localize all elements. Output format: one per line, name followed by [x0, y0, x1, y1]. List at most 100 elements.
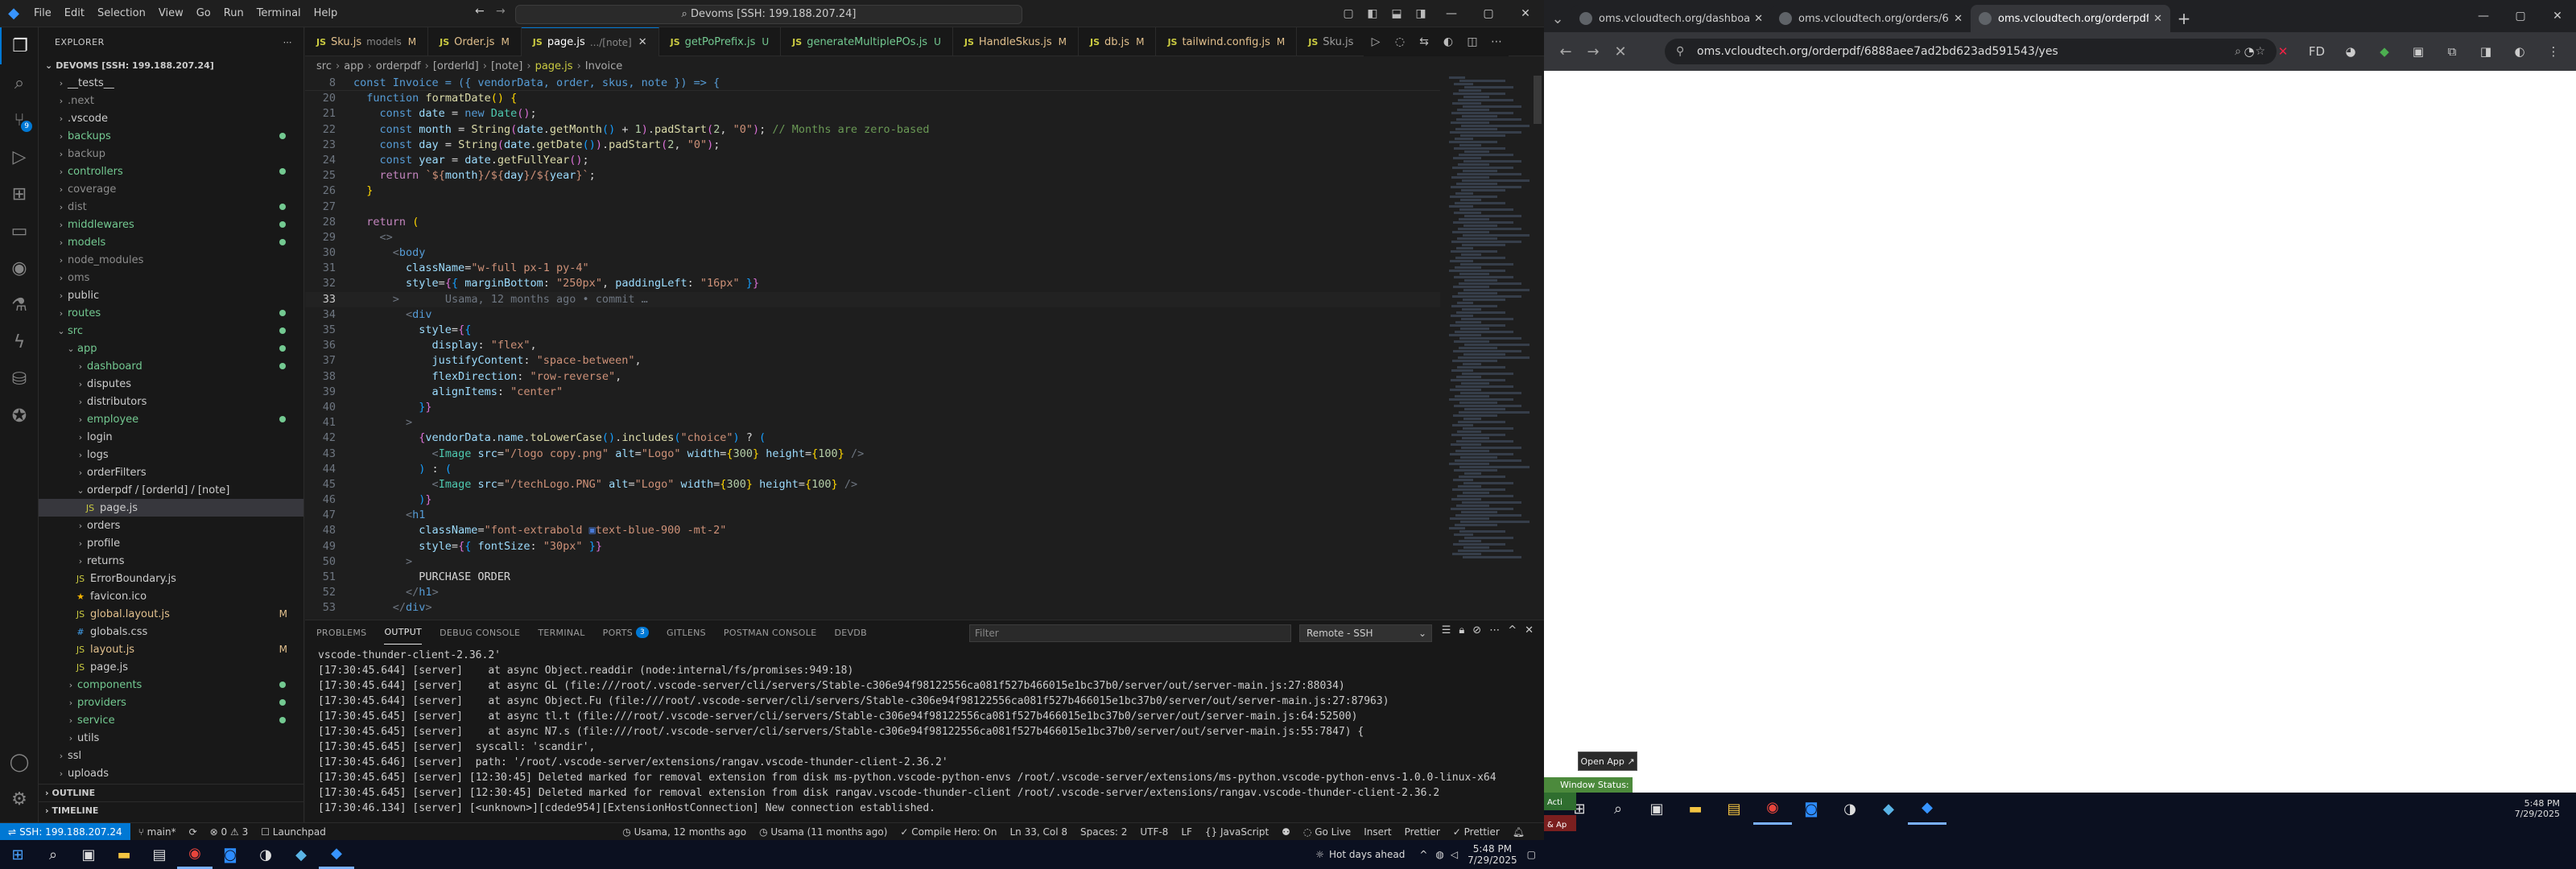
command-center[interactable]: ⌕ Devoms [SSH: 199.188.207.24]: [515, 5, 1022, 24]
code-line[interactable]: 52 </h1>: [305, 585, 1440, 600]
prettier-indicator[interactable]: Prettier: [1405, 826, 1440, 838]
timeline-section[interactable]: › TIMELINE: [39, 801, 304, 819]
tree-item[interactable]: › orderFilters: [39, 463, 303, 481]
toggle-panel-icon[interactable]: ⬓: [1387, 4, 1406, 23]
panel-tab-terminal[interactable]: TERMINAL: [538, 620, 584, 645]
breadcrumb-item[interactable]: page.js: [535, 60, 573, 72]
branch-indicator[interactable]: ⑂ main*: [138, 826, 176, 838]
panel-tab-gitlens[interactable]: GITLENS: [667, 620, 706, 645]
tree-item[interactable]: › backups: [39, 127, 303, 145]
open-app-button[interactable]: Open App ↗: [1578, 752, 1637, 771]
site-info-icon[interactable]: ⚲: [1676, 39, 1684, 64]
copilot-icon[interactable]: ⚉: [1282, 826, 1290, 838]
task-view-icon[interactable]: ▣: [1637, 793, 1676, 825]
panel-tab-debug-console[interactable]: DEBUG CONSOLE: [440, 620, 520, 645]
go-live-icon[interactable]: ◌: [1390, 32, 1410, 51]
code-line[interactable]: 26 }: [305, 183, 1440, 199]
menu-edit[interactable]: Edit: [58, 0, 91, 27]
thunder-client-icon[interactable]: ϟ: [0, 323, 39, 360]
tree-item[interactable]: › profile: [39, 534, 303, 552]
encoding[interactable]: UTF-8: [1140, 826, 1168, 838]
clear-output-icon[interactable]: ⊘: [1472, 624, 1481, 636]
tree-item[interactable]: › returns: [39, 552, 303, 570]
profile-avatar-icon[interactable]: ◐: [2507, 39, 2533, 64]
extension-icon[interactable]: ▣: [2405, 39, 2431, 64]
tree-item[interactable]: › logs: [39, 446, 303, 463]
output-log[interactable]: vscode-thunder-client-2.36.2' [17:30:45.6…: [318, 648, 1534, 822]
code-line[interactable]: 32 style={{ marginBottom: "250px", paddi…: [305, 276, 1440, 291]
editor-tab[interactable]: JS HandleSkus.js M: [953, 27, 1080, 56]
prettier2-indicator[interactable]: ✓ Prettier: [1453, 826, 1500, 838]
editor-tab[interactable]: JS page.js .../[note] ✕: [521, 27, 659, 56]
panel-tab-postman-console[interactable]: POSTMAN CONSOLE: [724, 620, 817, 645]
code-line[interactable]: 36 display: "flex",: [305, 338, 1440, 353]
breadcrumb-item[interactable]: Invoice: [585, 60, 622, 72]
tree-item[interactable]: › .next: [39, 92, 303, 109]
remote-desktop-icon[interactable]: ◆: [1869, 793, 1908, 825]
code-line[interactable]: 23 const day = String(date.getDate()).pa…: [305, 138, 1440, 153]
breadcrumb-item[interactable]: app: [344, 60, 363, 72]
code-line[interactable]: 27: [305, 200, 1440, 215]
file-explorer-icon[interactable]: ▬: [106, 840, 142, 869]
notification-center-icon[interactable]: ▢: [1527, 849, 1536, 860]
panel-tab-devdb[interactable]: DEVDB: [834, 620, 866, 645]
cursor-position[interactable]: Ln 33, Col 8: [1010, 826, 1068, 838]
app-icon[interactable]: ◑: [1831, 793, 1869, 825]
code-line[interactable]: 49 style={{ fontSize: "30px" }}: [305, 539, 1440, 554]
code-editor[interactable]: 8 const Invoice = ({ vendorData, order, …: [305, 76, 1440, 620]
task-view-icon[interactable]: ▣: [71, 840, 106, 869]
list-icon[interactable]: ☰: [1442, 624, 1451, 636]
windows-start-icon[interactable]: ⊞: [0, 840, 35, 869]
code-line[interactable]: 37 justifyContent: "space-between",: [305, 353, 1440, 369]
extensions-icon[interactable]: ⊞: [0, 175, 39, 212]
panel-tab-problems[interactable]: PROBLEMS: [316, 620, 366, 645]
code-line[interactable]: 42 {vendorData.name.toLowerCase().includ…: [305, 430, 1440, 446]
zoom-icon[interactable]: ◙: [1792, 793, 1831, 825]
sync-icon[interactable]: ⟳: [189, 826, 197, 838]
settings-gear-icon[interactable]: ⚙: [0, 780, 39, 818]
extension-icon[interactable]: ◔: [2236, 39, 2262, 64]
search-icon[interactable]: ⌕: [0, 64, 39, 101]
gitlens-icon[interactable]: ◉: [0, 249, 39, 286]
zoom-icon[interactable]: ◙: [213, 840, 248, 869]
code-line[interactable]: 41 >: [305, 415, 1440, 430]
panel-tab-ports[interactable]: PORTS 3: [603, 620, 650, 645]
editor-tab[interactable]: JS generateMultiplePOs.js U: [781, 27, 953, 56]
menu-help[interactable]: Help: [308, 0, 345, 27]
workspace-root[interactable]: ⌄ DEVOMS [SSH: 199.188.207.24]: [39, 56, 303, 74]
maximize-icon[interactable]: ▢: [1470, 0, 1507, 27]
code-line[interactable]: 43 <Image src="/logo copy.png" alt="Logo…: [305, 447, 1440, 462]
indentation[interactable]: Spaces: 2: [1080, 826, 1127, 838]
language-mode[interactable]: {} JavaScript: [1205, 826, 1269, 838]
network-icon[interactable]: ◍: [1435, 849, 1443, 860]
volume-icon[interactable]: ◁: [1451, 849, 1458, 860]
editor-tab[interactable]: JS getPoPrefix.js U: [659, 27, 782, 56]
code-line[interactable]: 50 >: [305, 554, 1440, 570]
code-line[interactable]: 25 return `${month}/${day}/${year}`;: [305, 168, 1440, 183]
remote-explorer-icon[interactable]: ▭: [0, 212, 39, 249]
code-line[interactable]: 45 <Image src="/techLogo.PNG" alt="Logo"…: [305, 477, 1440, 492]
code-line[interactable]: 47 <h1: [305, 508, 1440, 523]
chrome-icon[interactable]: ◉: [177, 840, 213, 869]
menu-view[interactable]: View: [152, 0, 190, 27]
testing-icon[interactable]: ⚗: [0, 286, 39, 323]
browser-tab[interactable]: oms.vcloudtech.org/orders/68… ✕: [1771, 5, 1971, 32]
side-panel-icon[interactable]: ◨: [2473, 39, 2499, 64]
tree-item[interactable]: › uploads: [39, 764, 303, 782]
tree-item[interactable]: JS layout.js M: [39, 640, 303, 658]
code-line[interactable]: 21 const date = new Date();: [305, 106, 1440, 121]
tree-item[interactable]: › employee: [39, 410, 303, 428]
browser-clock[interactable]: 5:48 PM 7/29/2025: [2515, 793, 2560, 825]
extension-icon[interactable]: FD: [2304, 39, 2330, 64]
timeline-back-icon[interactable]: ◐: [1439, 32, 1458, 51]
extension-icon[interactable]: ◆: [2372, 39, 2397, 64]
code-line[interactable]: 38 flexDirection: "row-reverse",: [305, 369, 1440, 385]
chrome-icon[interactable]: ◉: [1753, 793, 1792, 825]
code-line[interactable]: 28 return (: [305, 215, 1440, 230]
tree-item[interactable]: JS ErrorBoundary.js: [39, 570, 303, 587]
store-icon[interactable]: ▤: [1715, 793, 1753, 825]
close-window-icon[interactable]: ✕: [2539, 0, 2576, 32]
menu-selection[interactable]: Selection: [91, 0, 152, 27]
run-icon[interactable]: ▷: [1366, 32, 1385, 51]
tree-item[interactable]: JS page.js: [39, 499, 303, 517]
